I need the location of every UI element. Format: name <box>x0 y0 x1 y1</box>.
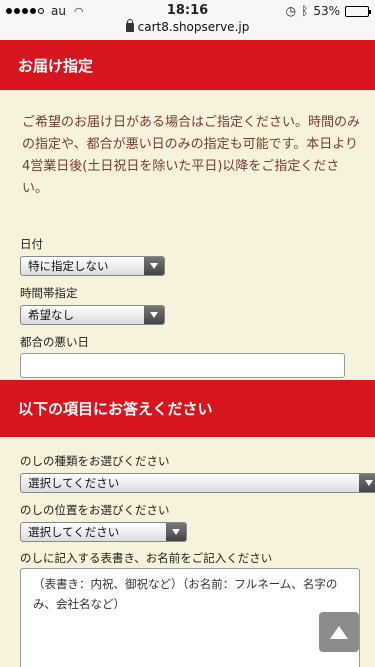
noshi-text-placeholder: （表書き：内祝、御祝など）（お名前：フルネーム、名字のみ、会社名など） <box>33 577 338 611</box>
bad-day-input[interactable] <box>20 353 345 378</box>
lock-icon <box>125 19 134 32</box>
date-label: 日付 <box>20 237 43 251</box>
chevron-down-icon <box>144 306 164 324</box>
noshi-text-label: のしに記入する表書き、お名前をご記入ください <box>20 551 273 565</box>
noshi-type-value: 選択してください <box>28 476 120 490</box>
noshi-position-value: 選択してください <box>28 525 120 539</box>
date-select[interactable]: 特に指定しない <box>20 256 165 276</box>
address-bar[interactable]: cart8.shopserve.jp <box>0 19 375 34</box>
noshi-type-select[interactable]: 選択してください <box>20 473 375 493</box>
chevron-down-icon <box>166 523 186 541</box>
bluetooth-icon: ᛒ <box>301 4 309 18</box>
noshi-position-select[interactable]: 選択してください <box>20 522 187 542</box>
noshi-text-area[interactable]: （表書き：内祝、御祝など）（お名前：フルネーム、名字のみ、会社名など） <box>20 568 360 667</box>
delivery-intro-text: ご希望のお届け日がある場合はご指定ください。時間のみの指定や、都合が悪い日のみの… <box>22 115 361 196</box>
section-header-questions: 以下の項目にお答えください <box>0 380 375 437</box>
date-select-value: 特に指定しない <box>28 259 109 273</box>
bad-day-label: 都合の悪い日 <box>20 335 89 349</box>
section-title: 以下の項目にお答えください <box>18 400 213 418</box>
url-text: cart8.shopserve.jp <box>137 20 250 34</box>
time-select-value: 希望なし <box>28 308 74 322</box>
chevron-down-icon <box>144 257 164 275</box>
alarm-icon: ◷ <box>285 4 297 18</box>
section-header-delivery: お届け指定 <box>0 40 375 90</box>
section-title: お届け指定 <box>18 56 94 75</box>
time-select[interactable]: 希望なし <box>20 305 165 325</box>
time-label: 時間帯指定 <box>20 286 78 300</box>
chevron-down-icon <box>359 474 375 492</box>
scroll-to-top-button[interactable] <box>319 612 359 652</box>
status-bar: au ◠ 18:16 ◷ ᛒ 53% cart8.shopserve.jp <box>0 0 375 40</box>
noshi-position-label: のしの位置をお選びください <box>20 503 170 517</box>
noshi-type-label: のしの種類をお選びください <box>20 454 170 468</box>
battery-icon <box>345 5 371 17</box>
battery-percent: 53% <box>313 4 340 18</box>
